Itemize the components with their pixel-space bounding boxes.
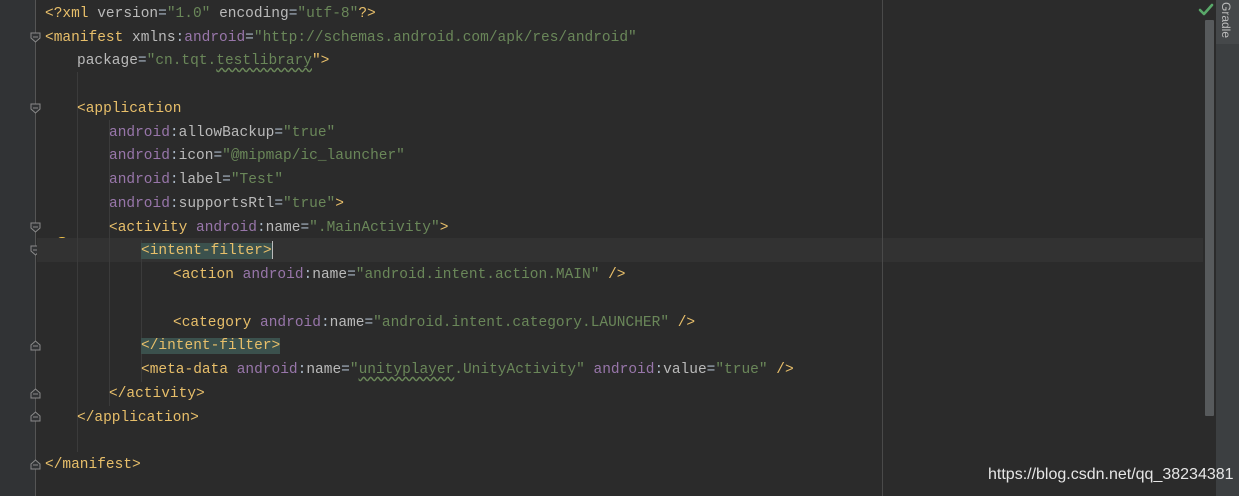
encoding-attr: encoding (219, 6, 289, 22)
indent-guide (77, 72, 78, 452)
supports-rtl-value: "true" (283, 196, 336, 212)
application-open-tag: <application (77, 101, 182, 117)
xmlns-attr: xmlns (132, 30, 176, 46)
intent-filter-close-tag: </intent-filter> (141, 338, 281, 354)
package-value: cn.tqt. (155, 53, 217, 69)
package-attr: package (77, 53, 138, 69)
self-close: /> (677, 315, 696, 331)
code-line[interactable]: <category android:name="android.intent.c… (173, 311, 695, 335)
android-namespace: android (236, 362, 298, 378)
code-line[interactable]: package="cn.tqt.testlibrary"> (77, 49, 329, 73)
equals: = (137, 53, 147, 69)
equals: = (245, 30, 254, 46)
code-editor-window: <?xml version="1.0" encoding="utf-8"?> <… (0, 0, 1239, 496)
equals: = (158, 6, 167, 22)
self-close: /> (608, 267, 626, 283)
code-line[interactable]: android:icon="@mipmap/ic_launcher" (109, 144, 405, 168)
value-attr: value (663, 362, 707, 378)
equals: = (341, 362, 350, 378)
code-line[interactable]: <activity android:name=".MainActivity"> (109, 216, 448, 240)
android-namespace: android (593, 362, 655, 378)
code-line[interactable]: <manifest xmlns:android="http://schemas.… (45, 26, 637, 50)
code-line[interactable]: <?xml version="1.0" encoding="utf-8"?> (45, 2, 376, 26)
version-value: "1.0" (166, 6, 211, 22)
text-caret (271, 241, 273, 260)
meta-data-open-tag: <meta-data (141, 362, 229, 378)
activity-name-value: ".MainActivity" (309, 220, 440, 236)
vertical-scrollbar-thumb[interactable] (1205, 20, 1214, 416)
category-open-tag: <category (173, 315, 252, 331)
gradle-tool-tab[interactable]: Gradle (1216, 0, 1239, 44)
right-tool-window-bar: Gradle (1215, 0, 1239, 496)
code-line[interactable]: <action android:name="android.intent.act… (173, 263, 626, 287)
category-name-value: "android.intent.category.LAUNCHER" (373, 315, 670, 331)
android-namespace: android (260, 315, 321, 331)
code-area[interactable]: <?xml version="1.0" encoding="utf-8"?> <… (37, 0, 1215, 496)
allow-backup-attr: allowBackup (178, 125, 275, 141)
encoding-value: "utf-8" (297, 6, 359, 22)
action-open-tag: <action (173, 267, 234, 283)
equals: = (274, 196, 284, 212)
manifest-close-tag: </manifest> (45, 457, 141, 473)
android-namespace: android (196, 220, 257, 236)
android-namespace: android (109, 125, 170, 141)
equals: = (300, 220, 310, 236)
xml-decl-name: xml (62, 6, 89, 22)
code-line[interactable]: </activity> (109, 382, 205, 406)
activity-open-tag: <activity (109, 220, 188, 236)
label-value: "Test" (230, 172, 284, 188)
code-line[interactable]: </manifest> (45, 453, 141, 477)
android-namespace: android (109, 148, 170, 164)
android-namespace: android (109, 196, 170, 212)
xml-decl-close: ?> (358, 6, 376, 22)
name-attr: name (312, 267, 348, 283)
tag-close: > (439, 220, 449, 236)
tag-close: > (335, 196, 344, 212)
supports-rtl-attr: supportsRtl (178, 196, 275, 212)
meta-name-value: .UnityActivity" (454, 362, 585, 378)
watermark-text: https://blog.csdn.net/qq_38234381 (988, 466, 1234, 483)
package-value-typo: testlibrary (216, 53, 312, 69)
xml-decl-open: <? (45, 6, 63, 22)
code-line[interactable]: android:allowBackup="true" (109, 121, 335, 145)
android-namespace: android (242, 267, 304, 283)
code-line[interactable]: </application> (77, 406, 199, 430)
icon-value: "@mipmap/ic_launcher" (222, 148, 405, 164)
activity-close-tag: </activity> (109, 386, 205, 402)
equals: = (364, 315, 374, 331)
xmlns-value: "http://schemas.android.com/apk/res/andr… (253, 30, 637, 46)
right-margin-guide (882, 0, 883, 496)
android-namespace: android (184, 30, 246, 46)
code-line[interactable]: android:supportsRtl="true"> (109, 192, 344, 216)
equals: = (222, 172, 231, 188)
action-name-value: "android.intent.action.MAIN" (355, 267, 600, 283)
gradle-tab-label: Gradle (1219, 2, 1233, 39)
meta-value-value: "true" (715, 362, 768, 378)
code-line[interactable]: </intent-filter> (141, 334, 281, 358)
equals: = (213, 148, 223, 164)
label-attr: label (178, 172, 223, 188)
code-line[interactable]: <application (77, 97, 181, 121)
android-namespace: android (109, 172, 170, 188)
tag-close: "> (311, 53, 330, 69)
equals: = (274, 125, 284, 141)
meta-name-typo: unityplayer (358, 362, 455, 378)
code-line[interactable]: android:label="Test" (109, 168, 283, 192)
name-attr: name (306, 362, 342, 378)
application-close-tag: </application> (77, 410, 199, 426)
self-close: /> (776, 362, 794, 378)
code-line[interactable]: <intent-filter> (141, 239, 273, 263)
quote: " (349, 362, 359, 378)
intent-filter-open-tag: <intent-filter> (141, 243, 272, 259)
version-attr: version (97, 6, 159, 22)
code-line[interactable]: <meta-data android:name="unityplayer.Uni… (141, 358, 794, 382)
manifest-open-tag: <manifest (45, 30, 124, 46)
check-icon[interactable] (1198, 2, 1214, 18)
allow-backup-value: "true" (283, 125, 336, 141)
equals: = (347, 267, 356, 283)
name-attr: name (329, 315, 365, 331)
name-attr: name (265, 220, 301, 236)
icon-attr: icon (178, 148, 214, 164)
